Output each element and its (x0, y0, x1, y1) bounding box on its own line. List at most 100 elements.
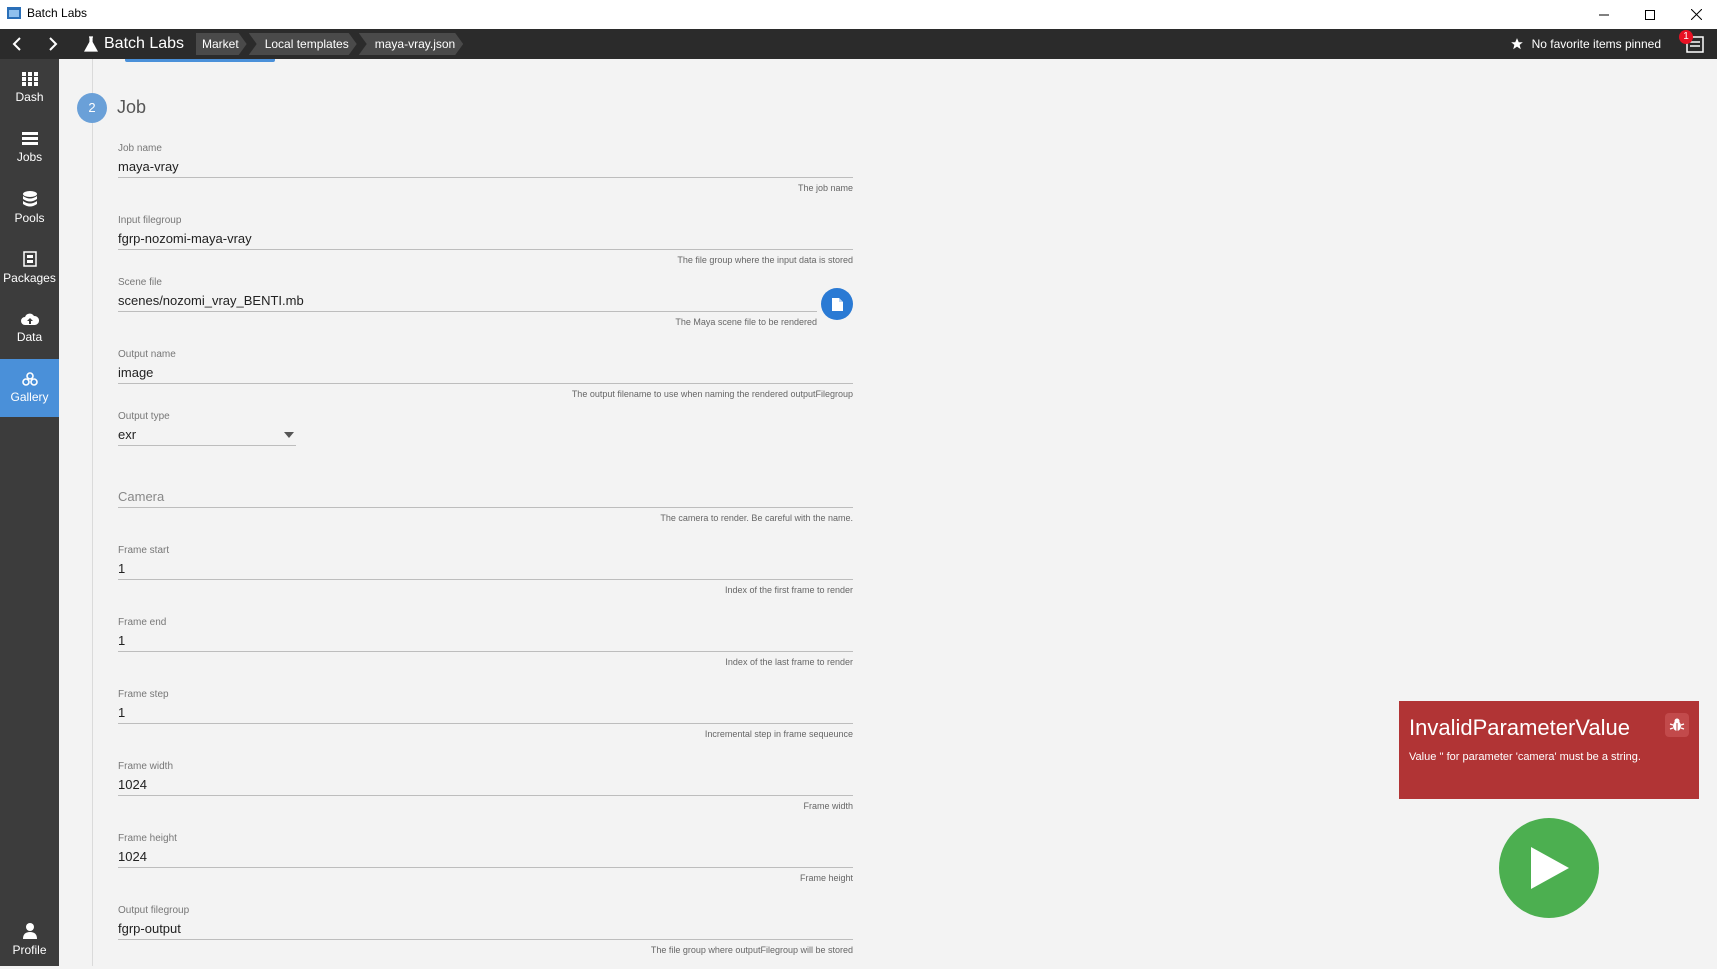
browse-file-button[interactable] (821, 288, 853, 320)
window-titlebar: Batch Labs (0, 0, 1717, 29)
error-message: Value '' for parameter 'camera' must be … (1409, 751, 1641, 763)
maximize-button[interactable] (1627, 0, 1673, 29)
sidebar-item-dash[interactable]: Dash (0, 59, 59, 117)
forward-button[interactable] (40, 29, 66, 59)
field-value: image (118, 365, 154, 380)
select-value: exr (118, 427, 137, 442)
field-label: Output filegroup (118, 905, 190, 916)
previous-step-indicator (125, 59, 275, 62)
top-navbar: Batch Labs Market Local templates maya-v… (0, 29, 1717, 59)
field-value: maya-vray (118, 159, 179, 174)
error-toast[interactable]: InvalidParameterValue Value '' for param… (1399, 701, 1699, 799)
breadcrumb-item[interactable]: maya-vray.json (359, 33, 463, 55)
maximize-icon (1645, 9, 1655, 20)
field-underline (118, 445, 296, 446)
sidebar-item-jobs[interactable]: Jobs (0, 119, 59, 177)
field-label: Input filegroup (118, 215, 182, 226)
chevron-right-icon (49, 37, 58, 51)
sidebar-item-label: Profile (12, 943, 47, 957)
step-number-badge: 2 (77, 93, 107, 123)
grid-icon (21, 72, 38, 86)
field-value: 1024 (118, 777, 147, 792)
field-underline (118, 311, 817, 312)
back-button[interactable] (4, 29, 30, 59)
field-label: Frame end (118, 617, 167, 628)
run-job-button[interactable] (1499, 818, 1599, 918)
sidebar-item-gallery[interactable]: Gallery (0, 359, 59, 417)
error-title: InvalidParameterValue (1409, 715, 1630, 740)
gallery-icon (21, 372, 38, 386)
field-placeholder: Camera (118, 489, 165, 504)
cloud-upload-icon (20, 313, 39, 325)
package-icon (22, 251, 37, 267)
step-title: Job (117, 97, 147, 117)
job-template-form: 2 Job Job name maya-vray The job name In… (59, 59, 1717, 966)
field-value: 1 (118, 561, 126, 576)
notifications-button[interactable]: 1 (1679, 30, 1707, 56)
minimize-button[interactable] (1581, 0, 1627, 29)
sidebar-item-label: Data (16, 330, 43, 344)
notification-badge: 1 (1679, 30, 1693, 44)
field-label: Frame width (118, 761, 174, 772)
close-icon (1690, 9, 1702, 20)
field-label: Frame start (118, 545, 170, 556)
field-hint: The file group where outputFilegroup wil… (650, 945, 853, 955)
sidebar-item-packages[interactable]: Packages (0, 239, 59, 297)
field-hint: The Maya scene file to be rendered (675, 317, 817, 327)
field-value: 1 (118, 705, 126, 720)
field-underline (118, 249, 853, 250)
close-button[interactable] (1673, 0, 1717, 29)
breadcrumb-item[interactable]: Market (196, 33, 247, 55)
field-value: fgrp-nozomi-maya-vray (118, 231, 252, 246)
field-underline (118, 867, 853, 868)
play-icon (1531, 847, 1569, 889)
field-underline (118, 579, 853, 580)
field-value: 1024 (118, 849, 147, 864)
brand-home-link[interactable]: Batch Labs (84, 29, 184, 59)
field-underline (118, 177, 853, 178)
field-label: Output name (118, 349, 176, 360)
field-hint: The job name (797, 183, 853, 193)
report-bug-button[interactable] (1665, 713, 1689, 737)
star-icon (1510, 38, 1523, 50)
field-label: Scene file (118, 277, 162, 288)
sidebar: Dash Jobs Pools Packages Data Gallery Pr… (0, 59, 59, 966)
dropdown-arrow-icon (284, 432, 294, 438)
field-value: fgrp-output (118, 921, 181, 936)
sidebar-item-pools[interactable]: Pools (0, 179, 59, 237)
brand-name: Batch Labs (104, 35, 185, 52)
pins-text: No favorite items pinned (1531, 37, 1661, 51)
field-label: Frame step (118, 689, 169, 700)
field-hint: Index of the first frame to render (724, 585, 853, 595)
window-title: Batch Labs (27, 6, 88, 20)
sidebar-item-label: Jobs (16, 150, 43, 164)
sidebar-item-label: Pools (14, 211, 45, 225)
field-hint: Incremental step in frame sequeunce (704, 729, 853, 739)
sidebar-item-profile[interactable]: Profile (0, 911, 59, 969)
sidebar-item-label: Gallery (10, 390, 49, 404)
field-hint: The camera to render. Be careful with th… (660, 513, 853, 523)
list-icon (21, 132, 38, 145)
field-label: Frame height (118, 833, 177, 844)
field-underline (118, 651, 853, 652)
field-hint: Index of the last frame to render (725, 657, 853, 667)
sidebar-item-data[interactable]: Data (0, 299, 59, 357)
field-underline (118, 383, 853, 384)
field-underline (118, 507, 853, 508)
flask-icon (84, 36, 98, 52)
bug-icon (1669, 718, 1685, 731)
minimize-icon (1599, 14, 1609, 15)
favorites-pinned[interactable]: No favorite items pinned (1510, 29, 1661, 59)
sidebar-item-label: Dash (15, 90, 44, 104)
breadcrumb-item[interactable]: Local templates (249, 33, 357, 55)
field-hint: The file group where the input data is s… (677, 255, 853, 265)
app-icon (7, 7, 21, 19)
file-icon (831, 297, 843, 311)
step-connector-line (92, 59, 93, 966)
field-hint: The output filename to use when naming t… (571, 389, 853, 399)
sidebar-item-label: Packages (3, 271, 56, 285)
database-icon (22, 191, 37, 207)
field-hint: Frame height (799, 873, 853, 883)
field-value: 1 (118, 633, 126, 648)
field-value: scenes/nozomi_vray_BENTI.mb (118, 293, 304, 308)
